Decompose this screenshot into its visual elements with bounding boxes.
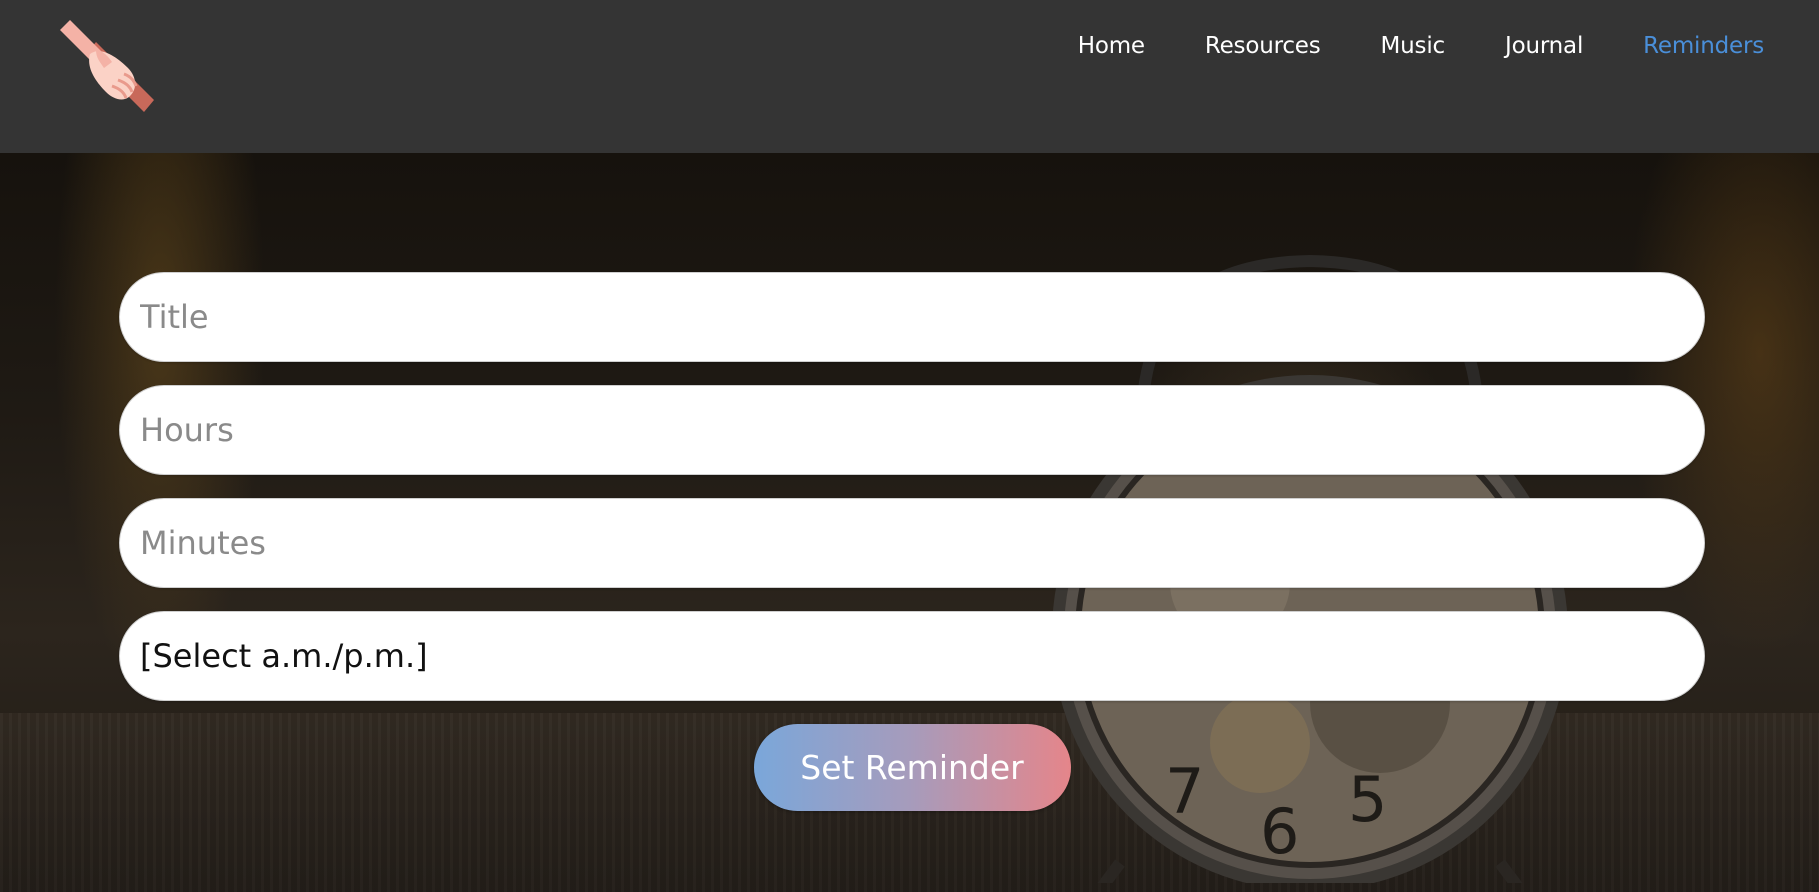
hours-input[interactable]: [119, 385, 1705, 475]
site-header: Home Resources Music Journal Reminders: [0, 0, 1819, 153]
nav-item-journal[interactable]: Journal: [1505, 30, 1583, 62]
nav-item-resources[interactable]: Resources: [1205, 30, 1321, 62]
ampm-select-value: [Select a.m./p.m.]: [140, 637, 428, 675]
title-input[interactable]: [119, 272, 1705, 362]
helping-hands-icon[interactable]: [56, 16, 160, 120]
nav-item-music[interactable]: Music: [1381, 30, 1446, 62]
ampm-select[interactable]: [Select a.m./p.m.]: [119, 611, 1705, 701]
set-reminder-button[interactable]: Set Reminder: [753, 724, 1071, 811]
nav-item-home[interactable]: Home: [1078, 30, 1145, 62]
nav-item-reminders[interactable]: Reminders: [1643, 30, 1764, 62]
submit-row: Set Reminder: [119, 724, 1705, 811]
minutes-input[interactable]: [119, 498, 1705, 588]
reminders-page: Home Resources Music Journal Reminders 7…: [0, 0, 1819, 892]
reminder-form: [Select a.m./p.m.] Set Reminder: [119, 272, 1705, 811]
main-nav: Home Resources Music Journal Reminders: [1018, 30, 1764, 62]
